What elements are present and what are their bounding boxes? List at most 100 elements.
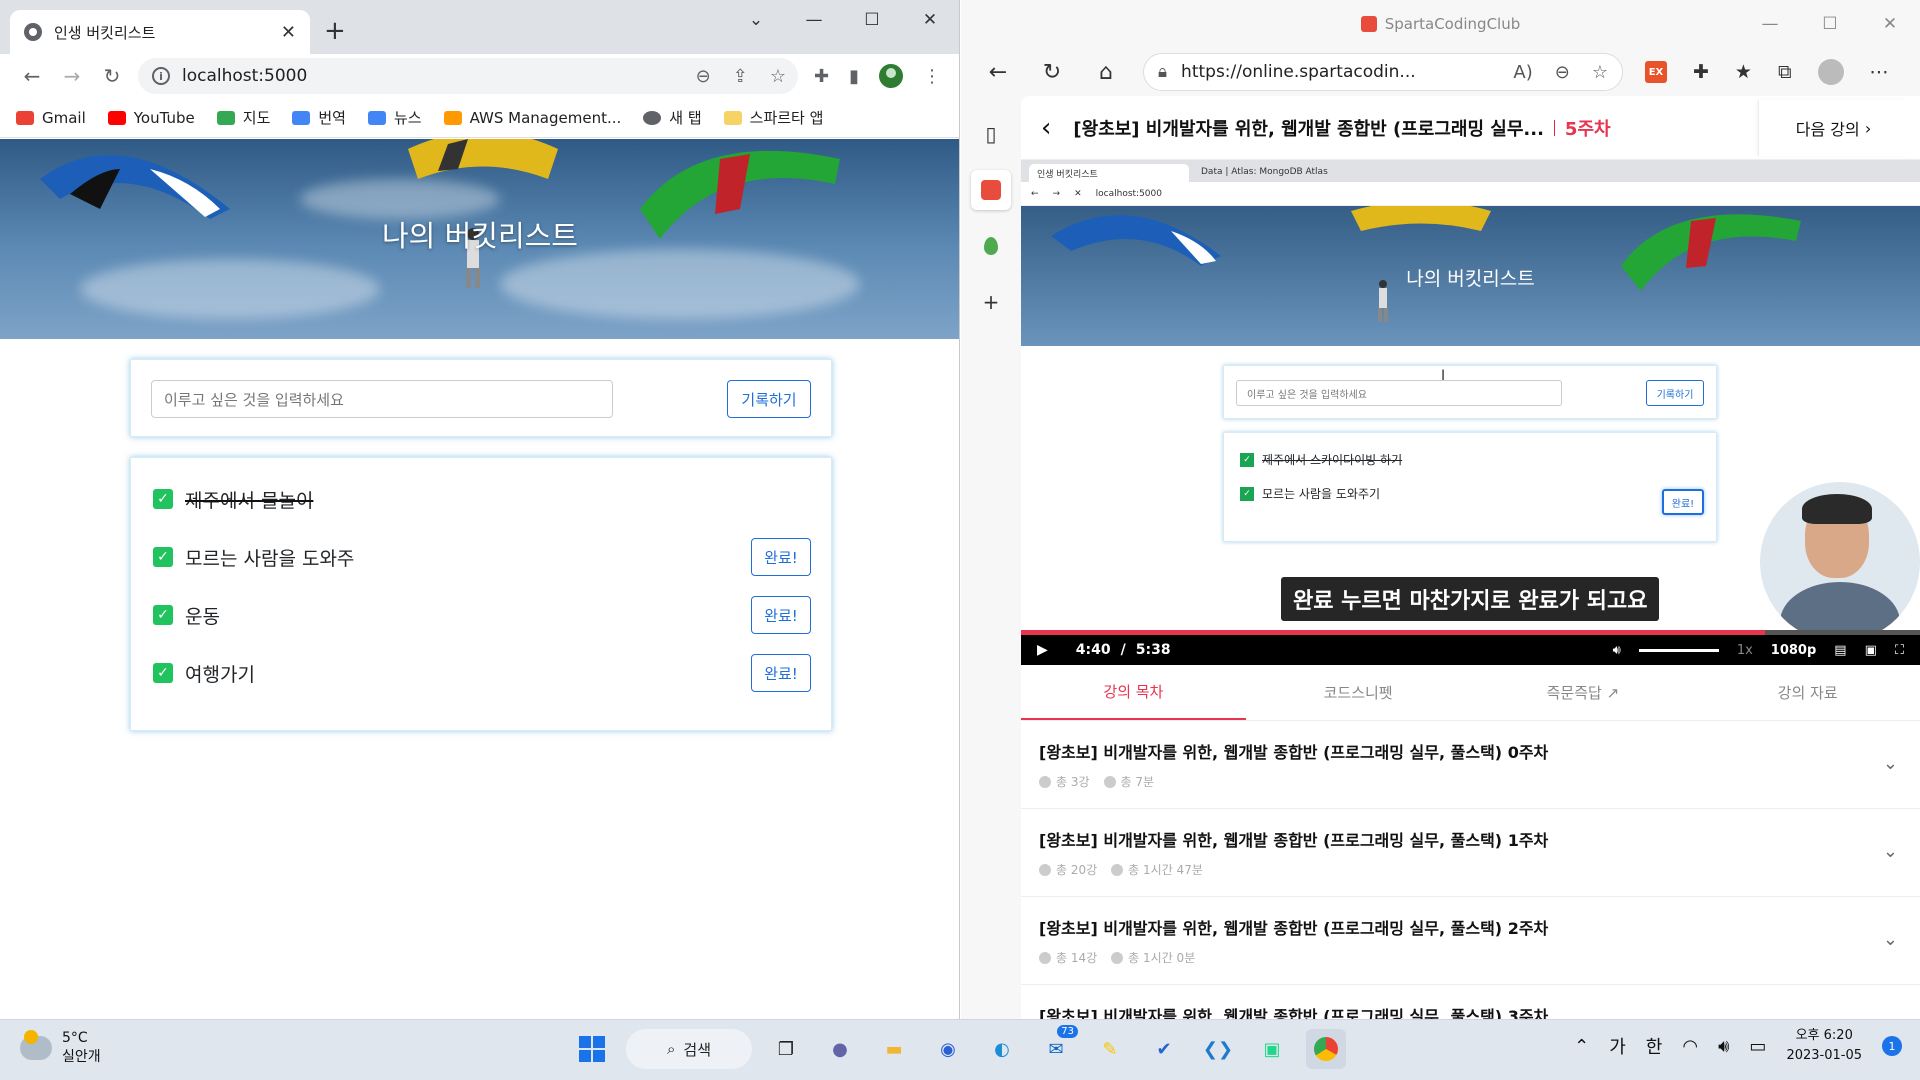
- back-button[interactable]: ←: [971, 52, 1025, 92]
- lecture-duration: 총 1시간 0분: [1111, 949, 1195, 966]
- minimize-button[interactable]: —: [785, 0, 843, 40]
- zoom-icon[interactable]: ⊖: [1555, 62, 1570, 83]
- week-row[interactable]: [왕초보] 비개발자를 위한, 웹개발 종합반 (프로그래밍 실무, 풀스택) …: [1021, 809, 1920, 897]
- bookmark-translate[interactable]: 번역: [292, 107, 346, 128]
- done-button[interactable]: 완료!: [751, 654, 811, 692]
- taskbar-search[interactable]: ⌕ 검색: [626, 1029, 752, 1069]
- bookmark-sparta-app[interactable]: 스파르타 앱: [723, 107, 823, 128]
- bookmark-gmail[interactable]: Gmail: [16, 109, 86, 127]
- chrome-icon[interactable]: [1306, 1029, 1346, 1069]
- done-button[interactable]: 완료!: [751, 538, 811, 576]
- search-app-icon[interactable]: ◉: [928, 1029, 968, 1069]
- week-row[interactable]: [왕초보] 비개발자를 위한, 웹개발 종합반 (프로그래밍 실무, 풀스택) …: [1021, 985, 1920, 1019]
- week-row[interactable]: [왕초보] 비개발자를 위한, 웹개발 종합반 (프로그래밍 실무, 풀스택) …: [1021, 897, 1920, 985]
- file-explorer-icon[interactable]: ▬: [874, 1029, 914, 1069]
- bucket-input[interactable]: 이루고 싶은 것을 입력하세요: [151, 380, 613, 418]
- pip-icon[interactable]: ▣: [1865, 643, 1877, 658]
- forward-button[interactable]: →: [52, 58, 92, 94]
- favorite-add-icon[interactable]: ☆: [1592, 62, 1608, 83]
- profile-avatar[interactable]: [879, 64, 903, 88]
- address-bar[interactable]: i localhost:5000 ⊖ ⇪ ☆: [138, 58, 798, 94]
- edge-icon[interactable]: ◐: [982, 1029, 1022, 1069]
- tab-qna[interactable]: 즉문즉답 ↗: [1471, 665, 1696, 720]
- teams-chat-icon[interactable]: ●: [820, 1029, 860, 1069]
- chevron-up-icon[interactable]: ⌃: [1574, 1036, 1589, 1057]
- vscode-icon[interactable]: ❮❯: [1198, 1029, 1238, 1069]
- close-tab-icon[interactable]: ✕: [281, 22, 296, 43]
- task-view-icon[interactable]: ❐: [766, 1029, 806, 1069]
- menu-icon[interactable]: ⋯: [1870, 61, 1889, 83]
- speed-button[interactable]: 1x: [1737, 643, 1753, 658]
- volume-icon[interactable]: 🔊︎: [1718, 1036, 1729, 1057]
- bookmark-new-tab[interactable]: 새 탭: [643, 107, 702, 128]
- reload-button[interactable]: ↻: [1025, 52, 1079, 92]
- extension-ex-icon[interactable]: EX: [1645, 61, 1667, 83]
- close-window-button[interactable]: ✕: [901, 0, 959, 40]
- menu-icon[interactable]: ⋮: [923, 66, 941, 87]
- tab-code-snippet[interactable]: 코드스니펫: [1246, 665, 1471, 720]
- bookmark-youtube[interactable]: YouTube: [107, 109, 195, 127]
- clock[interactable]: 오후 6:20 2023-01-05: [1786, 1026, 1862, 1066]
- new-tab-button[interactable]: +: [324, 16, 346, 46]
- extensions-icon[interactable]: ✚: [814, 66, 829, 87]
- maximize-button[interactable]: ☐: [843, 0, 901, 40]
- bookmark-maps[interactable]: 지도: [216, 107, 270, 128]
- weather-widget[interactable]: 5°C 실안개: [20, 1030, 101, 1066]
- notification-badge[interactable]: 1: [1882, 1036, 1902, 1056]
- subtitles-icon[interactable]: ▤: [1834, 643, 1846, 658]
- reload-button[interactable]: ↻: [92, 58, 132, 94]
- pycharm-icon[interactable]: ▣: [1252, 1029, 1292, 1069]
- wifi-icon[interactable]: ◠: [1682, 1036, 1698, 1057]
- ime-language[interactable]: 한: [1646, 1033, 1663, 1059]
- maximize-button[interactable]: ☐: [1800, 0, 1860, 48]
- favorites-icon[interactable]: ★: [1735, 61, 1752, 83]
- side-panel-icon[interactable]: ▮: [849, 66, 859, 87]
- next-lecture-button[interactable]: 다음 강의 ›: [1758, 100, 1908, 156]
- video-url: localhost:5000: [1095, 188, 1162, 199]
- tab-materials[interactable]: 강의 자료: [1695, 665, 1920, 720]
- lecture-count: 총 3강: [1039, 773, 1090, 790]
- volume-icon[interactable]: 🔊︎: [1613, 643, 1621, 658]
- todo-icon[interactable]: ✔: [1144, 1029, 1184, 1069]
- sticky-notes-icon[interactable]: ✎: [1090, 1029, 1130, 1069]
- bookmark-aws[interactable]: AWS Management...: [443, 109, 621, 127]
- sparta-app-icon[interactable]: [971, 170, 1011, 210]
- mail-icon[interactable]: ✉ 73: [1036, 1025, 1078, 1069]
- week-row[interactable]: [왕초보] 비개발자를 위한, 웹개발 종합반 (프로그래밍 실무, 풀스택) …: [1021, 721, 1920, 809]
- bookmark-news[interactable]: 뉴스: [367, 107, 422, 128]
- tab-search-icon[interactable]: ⌄: [727, 0, 785, 40]
- site-info-icon[interactable]: i: [152, 67, 170, 85]
- address-bar[interactable]: 🔒︎ https://online.spartacodin... A) ⊖ ☆: [1143, 53, 1623, 91]
- mongodb-leaf-icon[interactable]: [971, 226, 1011, 266]
- sidebar-toggle-icon[interactable]: ▯: [971, 114, 1011, 154]
- chevron-down-icon[interactable]: ⌄: [1883, 753, 1898, 774]
- tab-toc[interactable]: 강의 목차: [1021, 665, 1246, 720]
- minimize-button[interactable]: —: [1740, 0, 1800, 48]
- read-aloud-icon[interactable]: A): [1513, 62, 1532, 83]
- close-window-button[interactable]: ✕: [1860, 0, 1920, 48]
- tab-bucketlist[interactable]: 인생 버킷리스트 ✕: [10, 10, 310, 54]
- battery-icon[interactable]: ▭: [1749, 1036, 1766, 1057]
- back-chevron-icon[interactable]: ‹: [1041, 113, 1051, 143]
- back-button[interactable]: ←: [12, 58, 52, 94]
- chevron-down-icon[interactable]: ⌄: [1883, 841, 1898, 862]
- bookmark-star-icon[interactable]: ☆: [770, 66, 786, 87]
- home-icon[interactable]: ⌂: [1079, 52, 1133, 92]
- divider: [1553, 119, 1555, 136]
- done-button[interactable]: 완료!: [751, 596, 811, 634]
- chevron-down-icon[interactable]: ⌄: [1883, 929, 1898, 950]
- collections-icon[interactable]: ⧉: [1778, 61, 1792, 83]
- start-button[interactable]: [572, 1029, 612, 1069]
- video-player[interactable]: 인생 버킷리스트 Data | Atlas: MongoDB Atlas ← → ✕…: [1021, 160, 1920, 665]
- share-icon[interactable]: ⇪: [733, 66, 748, 87]
- profile-avatar[interactable]: [1817, 59, 1844, 85]
- volume-slider[interactable]: [1638, 648, 1719, 652]
- play-icon[interactable]: ▶: [1037, 642, 1048, 658]
- record-button[interactable]: 기록하기: [727, 380, 811, 418]
- add-sidebar-icon[interactable]: +: [971, 282, 1011, 322]
- ime-mode[interactable]: 가: [1609, 1033, 1626, 1059]
- zoom-icon[interactable]: ⊖: [696, 66, 711, 87]
- quality-button[interactable]: 1080p: [1771, 643, 1817, 658]
- extensions-icon[interactable]: ✚: [1693, 61, 1709, 83]
- fullscreen-icon[interactable]: ⛶: [1895, 643, 1904, 658]
